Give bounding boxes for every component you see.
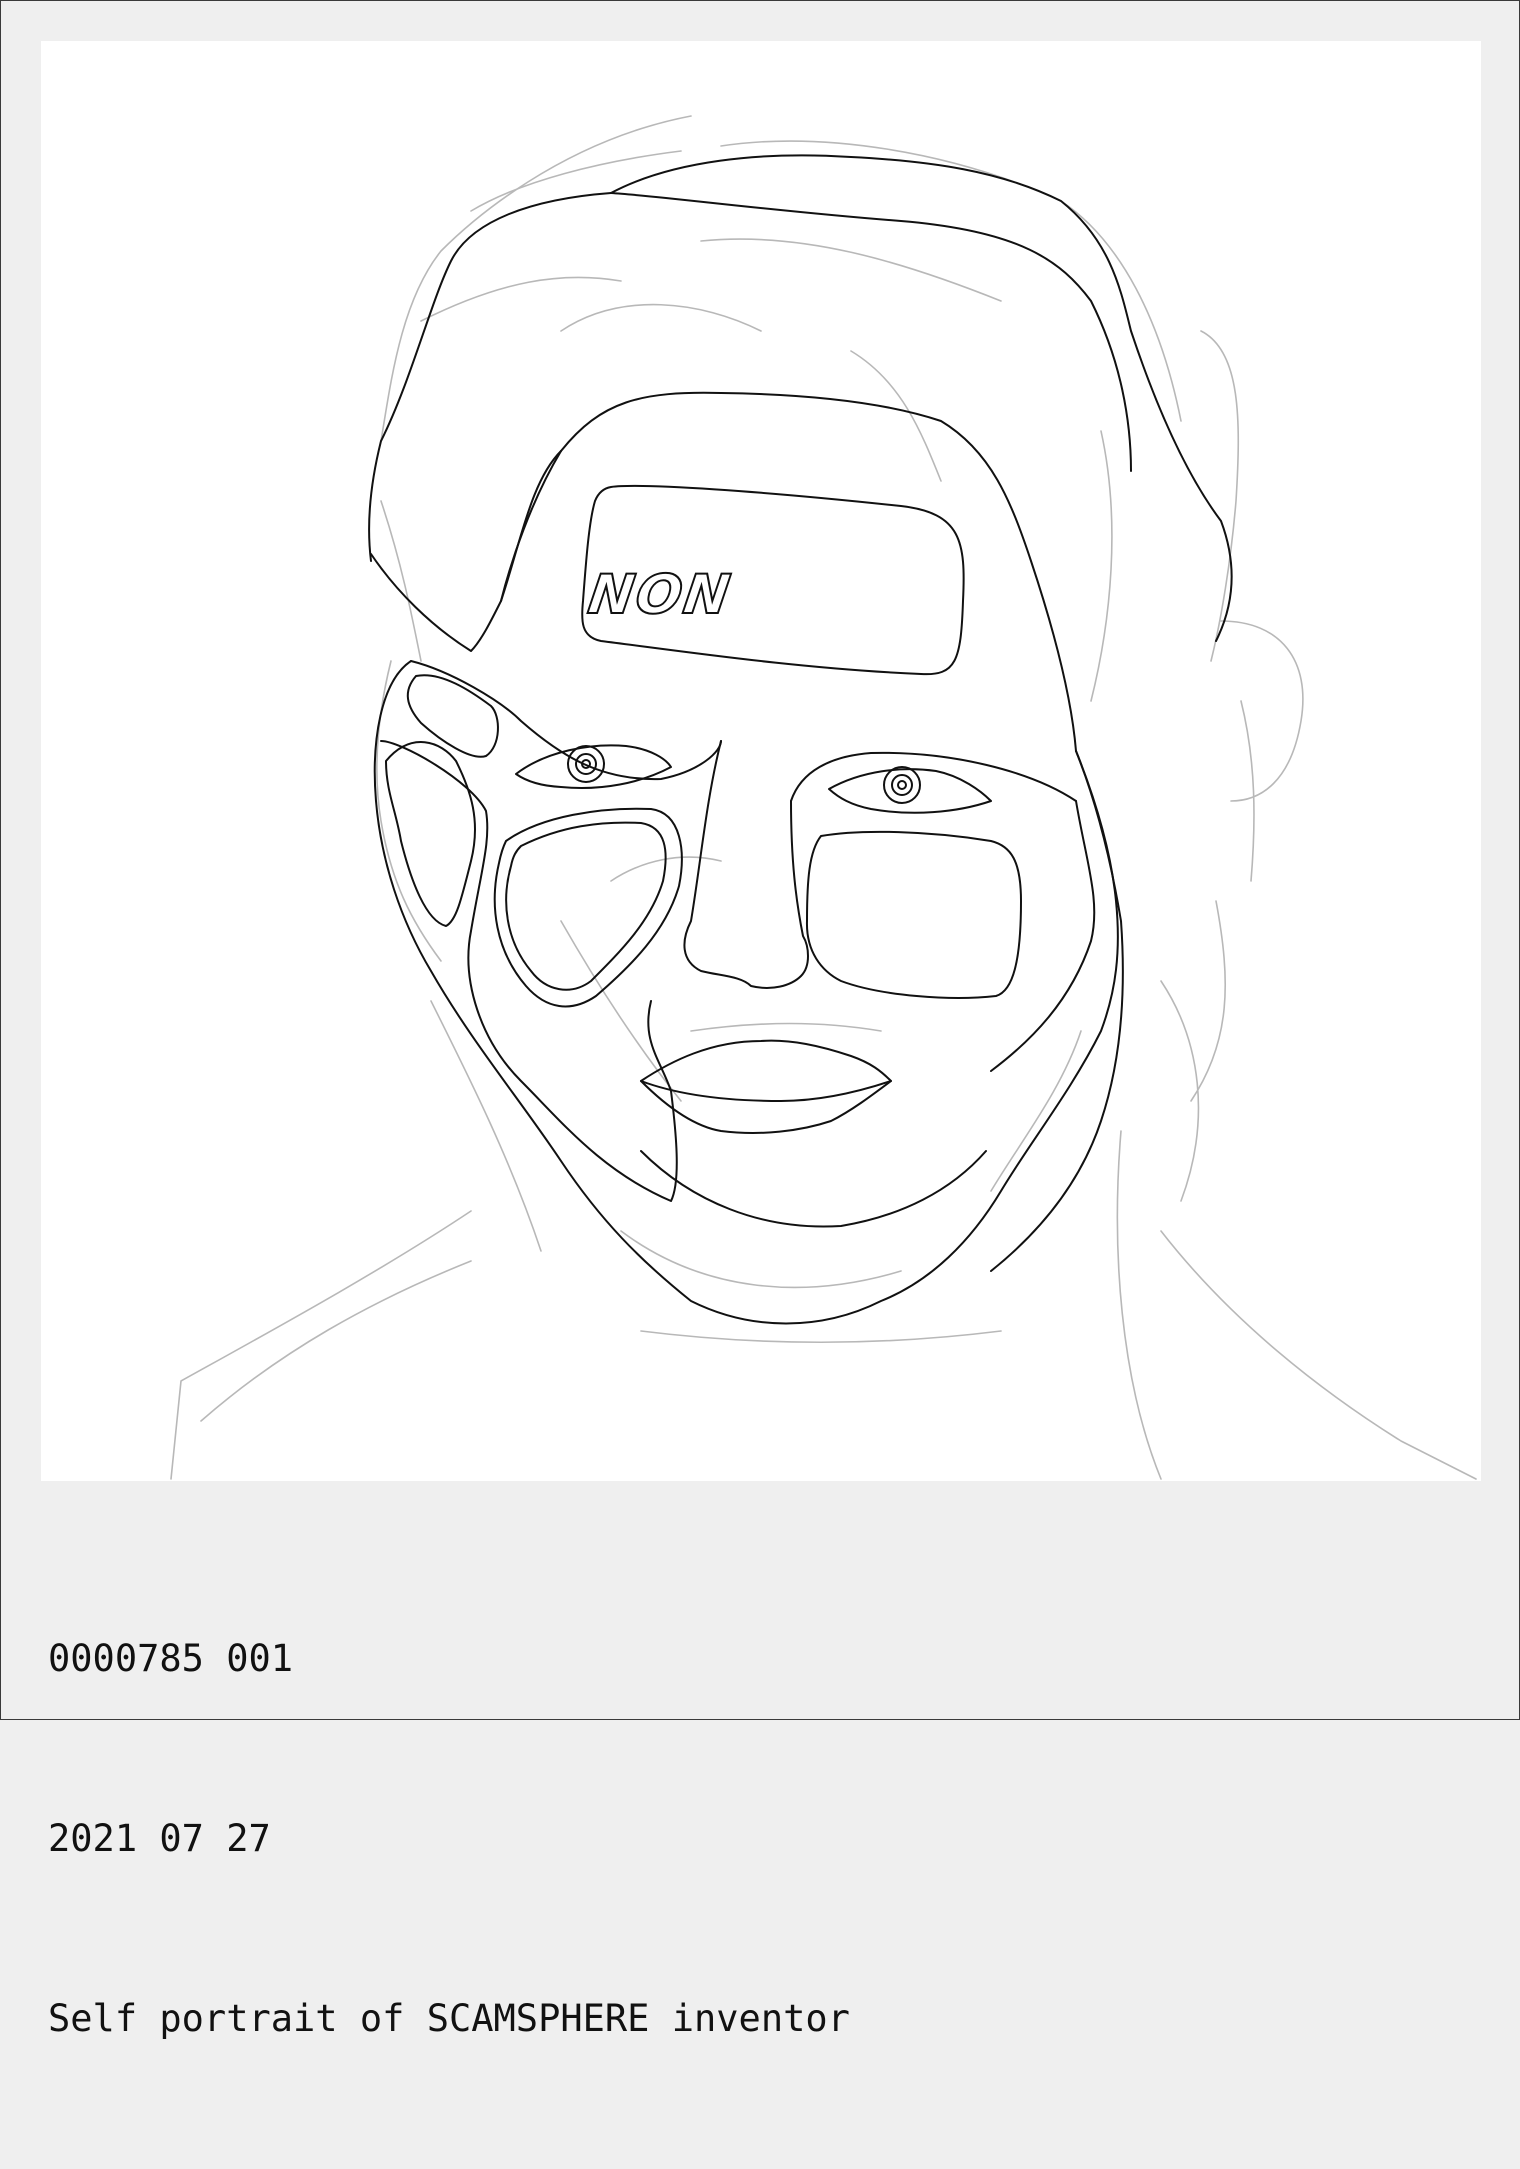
portrait-drawing: NON [41, 41, 1481, 1481]
temple-flap [370, 450, 562, 652]
forehead-text: NON [584, 562, 737, 627]
mouth-outline [640, 1039, 892, 1102]
date-line: 2021 07 27 [48, 1817, 271, 1860]
nose-outline [683, 740, 809, 989]
sketch-lines [170, 115, 1477, 1480]
outline-lines [368, 154, 1233, 1325]
id-line: 0000785 001 [48, 1637, 294, 1680]
title-line: Self portrait of SCAMSPHERE inventor [48, 1997, 850, 2040]
left-face-contour [373, 660, 1119, 1325]
right-eye [828, 766, 992, 814]
line-drawing-svg [170, 115, 1477, 1480]
polaroid-frame: NON 0000785 001 2021 07 27 Self portrait… [0, 0, 1520, 2040]
right-cheek-cutout [805, 830, 1022, 999]
caption-block: 0000785 001 2021 07 27 Self portrait of … [48, 1509, 850, 2169]
left-eye [515, 744, 672, 790]
